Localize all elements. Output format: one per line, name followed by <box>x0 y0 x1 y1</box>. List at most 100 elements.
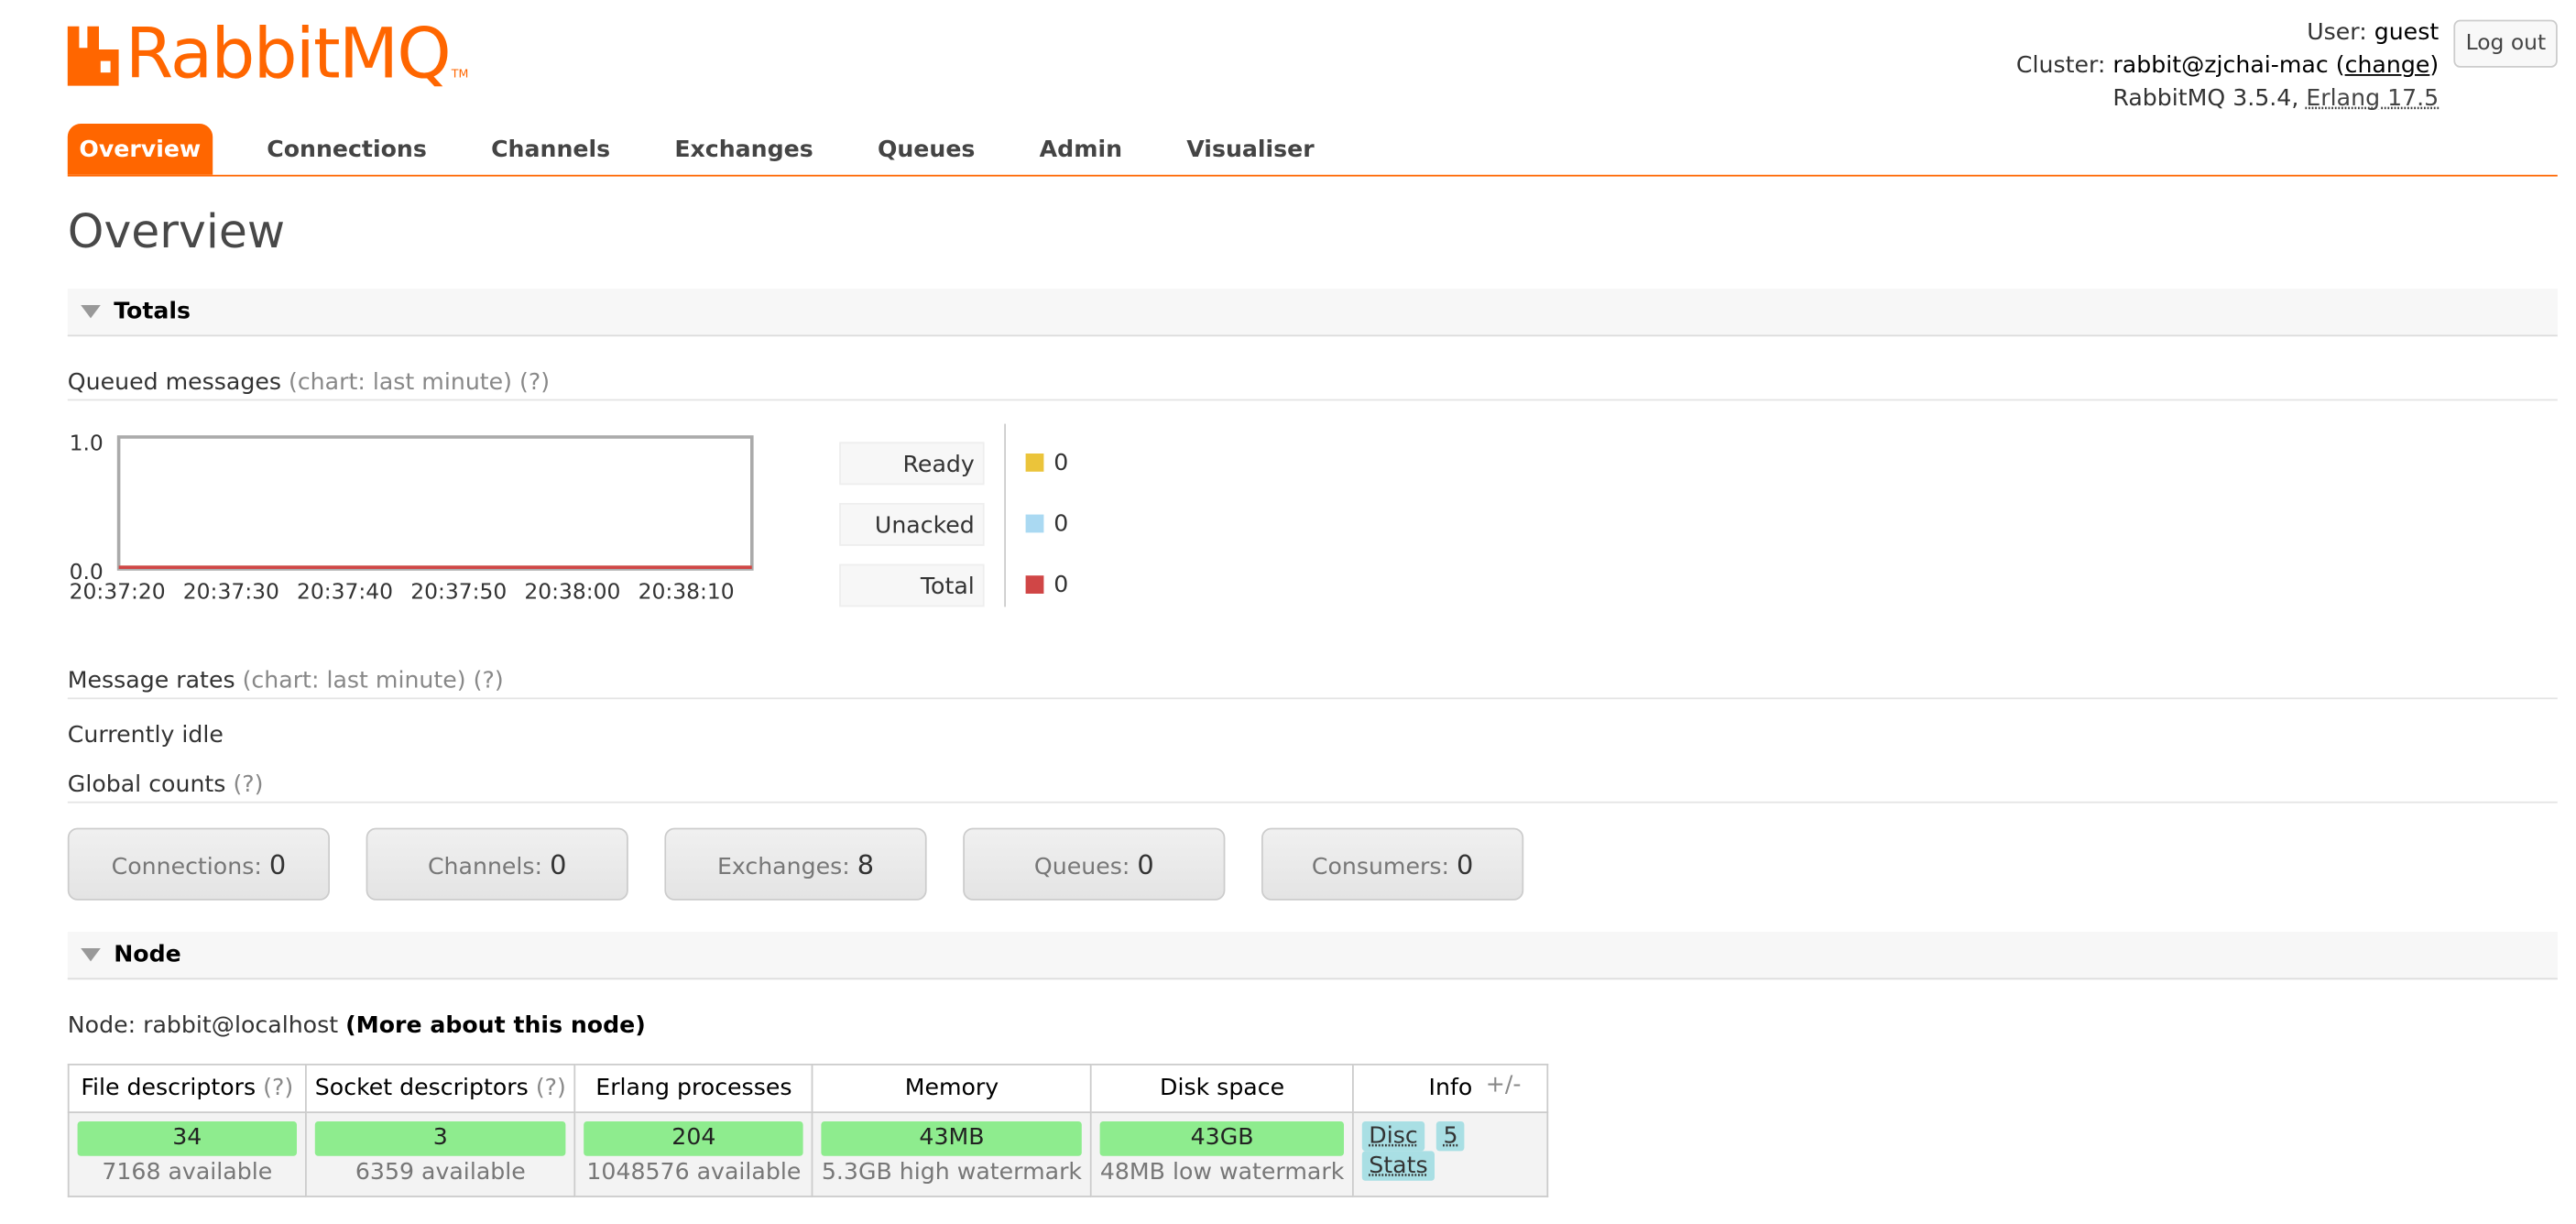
count-label: Queues: <box>1033 854 1130 881</box>
page: RabbitMQ TM User: guest Cluster: rabbit@… <box>0 0 2576 1224</box>
legend-label-unacked: Unacked <box>839 502 985 545</box>
count-label: Exchanges: <box>716 854 850 881</box>
logout-button[interactable]: Log out <box>2454 19 2558 68</box>
message-rates-heading: Message rates (chart: last minute) (?) <box>67 668 2558 700</box>
erlang-version[interactable]: Erlang 17.5 <box>2306 86 2439 113</box>
column-header-disk-space: Disk space <box>1090 1064 1355 1113</box>
count-box-consumers[interactable]: Consumers: 0 <box>1261 827 1524 901</box>
totals-section-header[interactable]: Totals <box>67 289 2558 337</box>
user-label: User: <box>2307 19 2367 47</box>
column-header-erlang-processes: Erlang processes <box>573 1064 813 1113</box>
cell-memory: 43MB 5.3GB high watermark <box>812 1112 1092 1197</box>
currently-idle-text: Currently idle <box>67 722 224 749</box>
page-title: Overview <box>67 204 286 259</box>
cell-disk-space: 43GB 48MB low watermark <box>1090 1112 1355 1197</box>
node-line: Node: rabbit@localhost (More about this … <box>68 1012 646 1039</box>
tab-overview[interactable]: Overview <box>67 124 213 175</box>
file-descriptors-value: 34 <box>77 1121 297 1156</box>
rabbitmq-version: RabbitMQ 3.5.4, <box>2112 85 2299 113</box>
x-tick-label: 20:38:00 <box>524 578 620 604</box>
queued-messages-chart: 1.00.020:37:20 20:37:30 20:37:40 20:37:50 20… <box>70 430 754 604</box>
message-rates-label: Message rates <box>67 668 235 694</box>
disk-space-value: 43GB <box>1099 1121 1345 1156</box>
queued-messages-legend: Ready 0 Unacked 0 Total 0 <box>839 423 1068 616</box>
count-label: Connections: <box>111 854 262 881</box>
collapse-triangle-icon <box>81 948 101 962</box>
disk-low-watermark: 48MB low watermark <box>1099 1159 1345 1186</box>
message-rates-hint[interactable]: (chart: last minute) (?) <box>243 668 504 694</box>
logo-trademark: TM <box>451 67 469 82</box>
tab-connections[interactable]: Connections <box>256 124 439 175</box>
version-line: RabbitMQ 3.5.4, Erlang 17.5 <box>2016 82 2439 115</box>
legend-value-total: 0 <box>1053 571 1069 598</box>
count-value: 0 <box>268 849 287 881</box>
tab-queues[interactable]: Queues <box>866 124 987 175</box>
queued-messages-label: Queued messages <box>67 369 281 396</box>
count-label: Channels: <box>427 854 543 881</box>
erlang-processes-value: 204 <box>584 1121 804 1156</box>
erlang-processes-available: 1048576 available <box>586 1159 802 1186</box>
count-value: 8 <box>857 849 875 881</box>
x-tick-label: 20:37:30 <box>183 578 279 604</box>
count-value: 0 <box>550 849 567 881</box>
legend-row-total: Total 0 <box>839 554 1068 616</box>
info-badge-stats[interactable]: Stats <box>1362 1151 1435 1181</box>
column-header-socket-descriptors: Socket descriptors (?) <box>304 1064 576 1113</box>
global-counts-hint[interactable]: (?) <box>233 771 263 798</box>
count-label: Consumers: <box>1311 854 1449 881</box>
count-value: 0 <box>1137 849 1154 881</box>
memory-high-watermark: 5.3GB high watermark <box>821 1159 1083 1186</box>
count-box-connections[interactable]: Connections: 0 <box>67 827 331 901</box>
queued-messages-hint[interactable]: (chart: last minute) (?) <box>289 369 550 396</box>
legend-value-unacked: 0 <box>1053 510 1069 537</box>
more-about-node-link[interactable]: (More about this node) <box>345 1012 646 1039</box>
node-label: Node: <box>67 1012 136 1039</box>
legend-label-ready: Ready <box>839 441 985 485</box>
info-badge-count[interactable]: 5 <box>1436 1121 1465 1152</box>
cell-info: Disc 5 Stats <box>1352 1112 1549 1197</box>
count-box-exchanges[interactable]: Exchanges: 8 <box>664 827 927 901</box>
legend-row-unacked: Unacked 0 <box>839 493 1068 554</box>
tab-visualiser[interactable]: Visualiser <box>1175 124 1326 175</box>
logo-text: RabbitMQ <box>125 13 452 94</box>
cell-socket-descriptors: 3 6359 available <box>304 1112 576 1197</box>
totals-heading: Totals <box>114 298 191 325</box>
tab-channels[interactable]: Channels <box>479 124 621 175</box>
memory-value: 43MB <box>821 1121 1083 1156</box>
node-name: rabbit@localhost <box>143 1012 339 1039</box>
legend-swatch-total <box>1025 575 1044 594</box>
tab-admin[interactable]: Admin <box>1028 124 1134 175</box>
node-stats-table: File descriptors (?) Socket descriptors … <box>67 1064 1549 1197</box>
x-tick-label: 20:37:40 <box>297 578 393 604</box>
toggle-columns-button[interactable]: +/- <box>1486 1072 1522 1098</box>
legend-swatch-unacked <box>1025 514 1044 533</box>
cell-file-descriptors: 34 7168 available <box>67 1112 307 1197</box>
legend-divider <box>1004 423 1006 607</box>
socket-descriptors-value: 3 <box>314 1121 566 1156</box>
rabbitmq-logo[interactable]: RabbitMQ TM <box>66 13 469 94</box>
file-descriptors-available: 7168 available <box>102 1159 273 1186</box>
queued-messages-heading: Queued messages (chart: last minute) (?) <box>67 369 2558 401</box>
table-row: 34 7168 available 3 6359 available 204 1… <box>67 1112 1549 1197</box>
count-box-queues[interactable]: Queues: 0 <box>963 827 1226 901</box>
cluster-label: Cluster: <box>2015 52 2106 80</box>
node-section-header[interactable]: Node <box>67 932 2558 980</box>
legend-row-ready: Ready 0 <box>839 432 1068 494</box>
info-badge-disc[interactable]: Disc <box>1362 1121 1424 1152</box>
legend-swatch-ready <box>1025 454 1044 472</box>
x-tick-label: 20:38:10 <box>639 578 735 604</box>
node-heading: Node <box>114 941 181 968</box>
cell-erlang-processes: 204 1048576 available <box>573 1112 813 1197</box>
count-value: 0 <box>1456 849 1474 881</box>
column-header-memory: Memory <box>812 1064 1092 1113</box>
legend-value-ready: 0 <box>1053 449 1069 476</box>
cluster-line: Cluster: rabbit@zjchai-mac (change) <box>2015 52 2440 80</box>
y-tick-label: 1.0 <box>70 430 104 455</box>
table-header-row: File descriptors (?) Socket descriptors … <box>67 1064 1549 1113</box>
tab-exchanges[interactable]: Exchanges <box>663 124 825 175</box>
global-counts-boxes: Connections: 0 Channels: 0 Exchanges: 8 … <box>67 827 1560 901</box>
cluster-change-link[interactable]: change <box>2345 53 2430 80</box>
socket-descriptors-available: 6359 available <box>355 1159 526 1186</box>
count-box-channels[interactable]: Channels: 0 <box>366 827 628 901</box>
user-line: User: guest <box>2016 16 2439 49</box>
